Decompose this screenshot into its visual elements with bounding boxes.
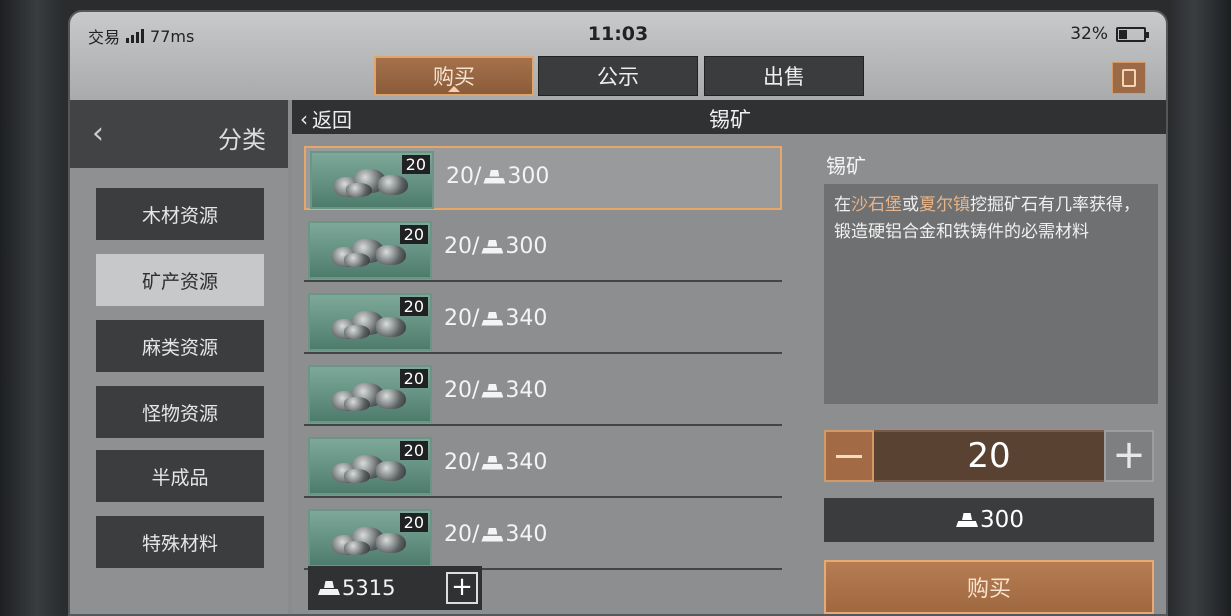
- stack-label: 20/: [444, 450, 480, 475]
- item-description: 在沙石堡或夏尔镇挖掘矿石有几率获得，锻造硬铝合金和铁铸件的必需材料: [824, 184, 1158, 404]
- tin-ore-icon: 20: [308, 509, 432, 567]
- silver-coin-icon: [481, 240, 503, 254]
- listing-price: 20/340: [444, 306, 547, 331]
- wallet: 5315 +: [308, 566, 482, 610]
- listing-price: 20/340: [444, 522, 547, 547]
- sidebar-item-monster[interactable]: 怪物资源: [96, 386, 264, 438]
- price-value: 300: [507, 164, 550, 189]
- listing-row[interactable]: 20 20/340: [304, 506, 782, 570]
- total-value: 300: [980, 507, 1024, 533]
- price-value: 340: [505, 522, 548, 547]
- buy-button[interactable]: 购买: [824, 560, 1154, 614]
- tab-buy[interactable]: 购买: [374, 56, 534, 96]
- stack-label: 20/: [444, 234, 480, 259]
- listing-price: 20/340: [444, 378, 547, 403]
- sidebar-item-wood[interactable]: 木材资源: [96, 188, 264, 240]
- clock: 11:03: [587, 23, 649, 45]
- sidebar-title: 分类: [218, 126, 266, 154]
- wallet-balance: 5315: [316, 576, 395, 600]
- silver-coin-icon: [481, 528, 503, 542]
- quantity-stepper: 20 +: [824, 430, 1154, 482]
- decrease-button[interactable]: [824, 430, 874, 482]
- price-value: 340: [505, 450, 548, 475]
- silver-coin-icon: [481, 384, 503, 398]
- sidebar-header: ‹ 分类: [70, 100, 288, 168]
- silver-coin-icon: [956, 513, 978, 527]
- battery-percent: 32%: [1070, 24, 1108, 44]
- listing-row[interactable]: 20 20/340: [304, 290, 782, 354]
- listing-row[interactable]: 20 20/300: [304, 146, 782, 210]
- chevron-left-icon[interactable]: ‹: [92, 116, 104, 151]
- quantity-badge: 20: [399, 513, 428, 532]
- listing-row[interactable]: 20 20/300: [304, 218, 782, 282]
- stack-label: 20/: [446, 164, 482, 189]
- listing-row[interactable]: 20 20/340: [304, 434, 782, 498]
- total-price: 300: [824, 498, 1154, 542]
- listing-price: 20/300: [446, 164, 549, 189]
- listing-price: 20/340: [444, 450, 547, 475]
- desc-place-1: 沙石堡: [851, 195, 902, 215]
- item-header: ‹ 返回 锡矿: [292, 100, 1166, 134]
- tin-ore-icon: 20: [308, 221, 432, 279]
- tin-ore-icon: 20: [308, 293, 432, 351]
- quantity-badge: 20: [399, 297, 428, 316]
- detail-panel: 锡矿 在沙石堡或夏尔镇挖掘矿石有几率获得，锻造硬铝合金和铁铸件的必需材料 20 …: [812, 134, 1166, 614]
- silver-coin-icon: [481, 312, 503, 326]
- tab-sell[interactable]: 出售: [704, 56, 864, 96]
- desc-pre: 在: [834, 195, 851, 215]
- tin-ore-icon: 20: [308, 365, 432, 423]
- price-value: 300: [505, 234, 548, 259]
- sidebar-item-fiber[interactable]: 麻类资源: [96, 320, 264, 372]
- desc-place-2: 夏尔镇: [919, 195, 970, 215]
- sidebar-item-minerals[interactable]: 矿产资源: [96, 254, 264, 306]
- add-currency-button[interactable]: +: [446, 572, 478, 604]
- desc-mid: 或: [902, 195, 919, 215]
- note-icon: [1122, 69, 1136, 87]
- sidebar-item-semi-finished[interactable]: 半成品: [96, 450, 264, 502]
- tin-ore-icon: 20: [310, 151, 434, 209]
- stack-label: 20/: [444, 378, 480, 403]
- battery-icon: [1116, 26, 1149, 42]
- listing-row[interactable]: 20 20/340: [304, 362, 782, 426]
- quantity-badge: 20: [399, 441, 428, 460]
- stack-label: 20/: [444, 306, 480, 331]
- price-value: 340: [505, 306, 548, 331]
- page-title: 锡矿: [709, 108, 751, 132]
- listing-price: 20/300: [444, 234, 547, 259]
- status-bar: 交易 77ms 11:03 32%: [70, 12, 1166, 56]
- quantity-badge: 20: [399, 225, 428, 244]
- listing-panel: 20 20/300 20 20/300 20 20/340 20 20/340 20 20/340…: [292, 134, 812, 614]
- stack-label: 20/: [444, 522, 480, 547]
- silver-coin-icon: [318, 581, 340, 595]
- balance-value: 5315: [342, 576, 396, 600]
- tab-bar: 购买 公示 出售: [70, 56, 1166, 100]
- screen: 交易 77ms 11:03 32% 购买 公示 出售 ‹ 分类 木材资源 矿产资…: [68, 10, 1168, 616]
- quantity-value[interactable]: 20: [874, 430, 1104, 482]
- quantity-badge: 20: [399, 369, 428, 388]
- tab-announce[interactable]: 公示: [538, 56, 698, 96]
- quantity-badge: 20: [401, 155, 430, 174]
- increase-button[interactable]: +: [1104, 430, 1154, 482]
- category-sidebar: ‹ 分类 木材资源 矿产资源 麻类资源 怪物资源 半成品 特殊材料: [70, 100, 288, 614]
- tin-ore-icon: 20: [308, 437, 432, 495]
- silver-coin-icon: [483, 170, 505, 184]
- item-name: 锡矿: [826, 154, 866, 178]
- notes-button[interactable]: [1112, 62, 1146, 94]
- silver-coin-icon: [481, 456, 503, 470]
- status-right: 32%: [1070, 24, 1149, 44]
- sidebar-item-special[interactable]: 特殊材料: [96, 516, 264, 568]
- price-value: 340: [505, 378, 548, 403]
- device-frame: 交易 77ms 11:03 32% 购买 公示 出售 ‹ 分类 木材资源 矿产资…: [0, 0, 1231, 616]
